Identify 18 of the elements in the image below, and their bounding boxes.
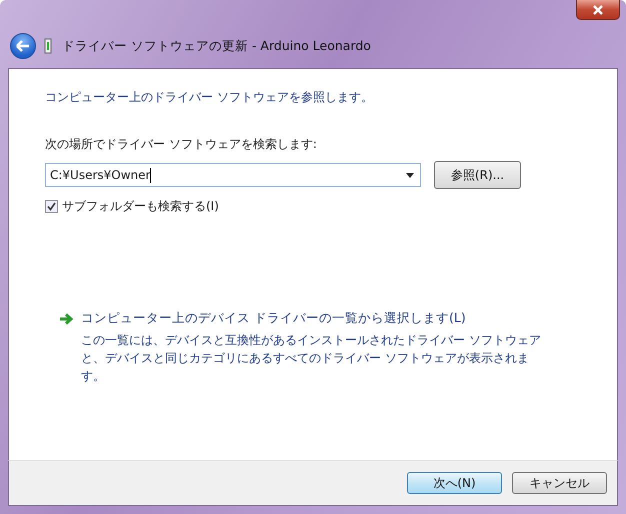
- cancel-button[interactable]: キャンセル: [512, 472, 607, 494]
- page-heading: コンピューター上のドライバー ソフトウェアを参照します。: [45, 89, 374, 106]
- browse-button[interactable]: 参照(R)...: [434, 161, 521, 189]
- dropdown-arrow-icon: [406, 173, 414, 178]
- subfolders-checkbox[interactable]: [45, 200, 58, 213]
- back-arrow-icon: [16, 40, 30, 52]
- right-arrow-icon: [59, 313, 73, 325]
- location-label: 次の場所でドライバー ソフトウェアを検索します:: [45, 136, 318, 153]
- select-from-list-link[interactable]: コンピューター上のデバイス ドライバーの一覧から選択します(L): [81, 310, 551, 327]
- usb-device-icon: [44, 38, 52, 54]
- subfolders-label: サブフォルダーも検索する(I): [62, 198, 219, 215]
- close-button[interactable]: [576, 0, 620, 20]
- next-button[interactable]: 次へ(N): [407, 472, 502, 494]
- location-combo-box[interactable]: C:¥Users¥Owner: [45, 163, 421, 187]
- back-button[interactable]: [10, 33, 36, 59]
- window-title: ドライバー ソフトウェアの更新 - Arduino Leonardo: [62, 38, 371, 54]
- list-description: この一覧には、デバイスと互換性があるインストールされたドライバー ソフトウェアと、デバイスと同じカテゴリにあるすべてのドライバー ソフトウェアが表示されます。: [81, 332, 542, 385]
- close-icon: [591, 4, 605, 14]
